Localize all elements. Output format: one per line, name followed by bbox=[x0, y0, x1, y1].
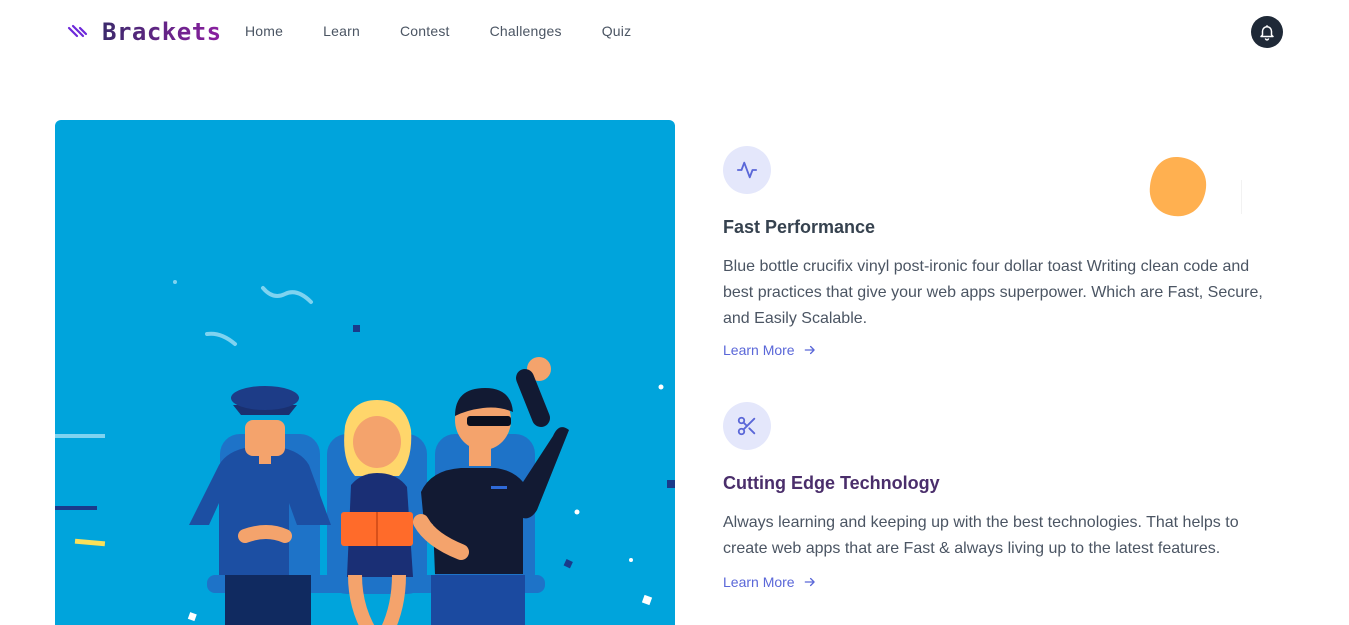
slashes-icon bbox=[67, 24, 88, 38]
feature-icon-badge bbox=[723, 146, 771, 194]
nav-quiz-link[interactable]: Quiz bbox=[602, 22, 632, 40]
feature-description: Blue bottle crucifix vinyl post-ironic f… bbox=[723, 258, 1263, 327]
learn-more-link[interactable]: Learn More bbox=[723, 342, 817, 358]
nav-learn-link[interactable]: Learn bbox=[323, 22, 360, 40]
feature-title: Cutting Edge Technology bbox=[723, 473, 940, 493]
feature-cutting-edge: Cutting Edge Technology Always learning … bbox=[723, 402, 1283, 592]
hero-illustration bbox=[55, 120, 675, 625]
arrow-right-icon bbox=[804, 345, 815, 355]
nav-challenges-link[interactable]: Challenges bbox=[490, 22, 562, 40]
decorative-divider bbox=[1241, 180, 1242, 214]
feature-icon-badge bbox=[723, 402, 771, 450]
top-navbar: Brackets Home Learn Contest Challenges Q… bbox=[0, 0, 1349, 64]
arrow-right-icon bbox=[804, 577, 815, 587]
activity-icon bbox=[736, 161, 758, 179]
brand-name: Brackets bbox=[102, 18, 222, 46]
feature-title: Fast Performance bbox=[723, 217, 876, 237]
people-watching-illustration bbox=[55, 280, 675, 625]
decorative-blob bbox=[1149, 156, 1207, 217]
bell-icon bbox=[1260, 25, 1274, 41]
main-menu: Home Learn Contest Challenges Quiz bbox=[245, 22, 671, 40]
learn-more-label: Learn More bbox=[723, 574, 795, 590]
learn-more-label: Learn More bbox=[723, 342, 795, 358]
nav-contest-link[interactable]: Contest bbox=[400, 22, 450, 40]
brand-logo[interactable]: Brackets bbox=[66, 18, 222, 46]
scissors-icon bbox=[737, 416, 756, 436]
notifications-button[interactable] bbox=[1251, 16, 1283, 48]
nav-home-link[interactable]: Home bbox=[245, 22, 283, 40]
feature-description: Always learning and keeping up with the … bbox=[723, 514, 1239, 557]
learn-more-link[interactable]: Learn More bbox=[723, 574, 817, 590]
